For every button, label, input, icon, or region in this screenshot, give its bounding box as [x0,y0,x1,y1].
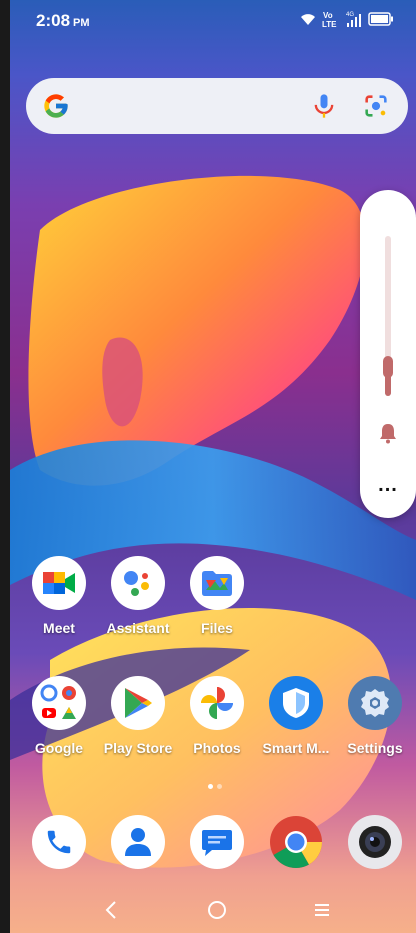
status-bar: 2:08 PM Vo LTE 4G [10,0,416,40]
page-dot [217,784,222,789]
bell-icon[interactable] [378,422,398,444]
app-label: Google [34,740,84,756]
google-search-bar[interactable] [26,78,408,134]
dock-phone[interactable] [22,815,96,869]
svg-text:LTE: LTE [322,20,337,28]
app-label: Meet [43,620,75,636]
volume-panel: ... [360,190,416,518]
dock-contacts[interactable] [101,815,175,869]
app-photos[interactable]: Photos [180,676,254,756]
app-google-folder[interactable]: Google [22,676,96,756]
camera-icon [348,815,402,869]
settings-icon [348,676,402,730]
clock: 2:08 PM [36,11,90,30]
more-icon[interactable]: ... [360,475,416,495]
photos-icon [190,676,244,730]
meet-icon [32,556,86,610]
battery-icon [368,12,393,26]
contacts-icon [111,815,165,869]
app-meet[interactable]: Meet [22,556,96,636]
dock-chrome[interactable] [259,815,333,869]
page-indicator [208,784,222,789]
navigation-bar [10,880,416,933]
chrome-icon [269,815,323,869]
wifi-icon [301,14,315,25]
dock-messages[interactable] [180,815,254,869]
app-files[interactable]: Files [180,556,254,636]
page-dot-active [208,784,213,789]
messages-icon [190,815,244,869]
google-folder-icon [32,676,86,730]
lens-icon[interactable] [362,92,390,120]
signal-icon: 4G [346,12,361,27]
back-icon[interactable] [92,890,132,930]
phone-icon [32,815,86,869]
app-label: Smart M... [262,740,330,756]
app-label: Photos [193,740,241,756]
recents-icon[interactable] [302,890,342,930]
app-settings[interactable]: Settings [338,676,412,756]
app-label: Settings [347,740,403,756]
volume-slider-thumb[interactable] [383,356,393,378]
files-icon [190,556,244,610]
svg-text:Vo: Vo [323,11,333,20]
svg-text:4G: 4G [346,12,354,18]
wallpaper [10,175,416,868]
home-screen: 2:08 PM Vo LTE 4G ... Meet Assistant Fil… [10,0,416,933]
dock-camera[interactable] [338,815,412,869]
app-play-store[interactable]: Play Store [101,676,175,756]
app-assistant[interactable]: Assistant [101,556,175,636]
home-icon[interactable] [197,890,237,930]
assistant-icon [111,556,165,610]
google-logo [44,94,68,118]
status-icons: Vo LTE 4G [300,9,394,29]
app-label: Assistant [106,620,170,636]
play-store-icon [111,676,165,730]
mic-icon[interactable] [310,92,338,120]
app-label: Files [201,620,233,636]
volte-icon: Vo LTE [322,11,337,28]
app-label: Play Store [103,740,173,756]
smart-manager-icon [269,676,323,730]
app-smart-manager[interactable]: Smart M... [259,676,333,756]
